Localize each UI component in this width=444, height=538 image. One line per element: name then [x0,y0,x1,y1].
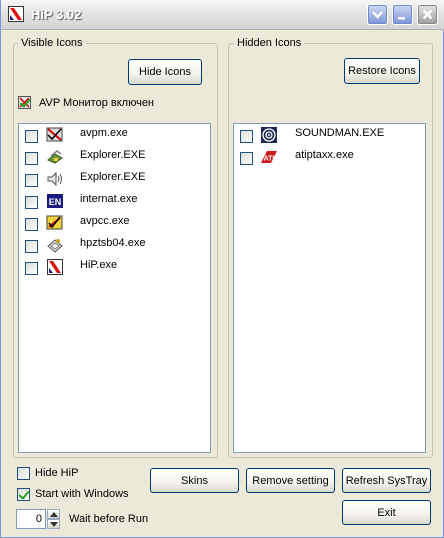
remove-setting-button[interactable]: Remove setting [246,468,335,493]
hide-icons-button[interactable]: Hide Icons [128,59,202,85]
skins-button[interactable]: Skins [150,468,239,493]
language-en-icon: EN [47,194,63,208]
list-item[interactable]: hpztsb04.exe [19,234,210,256]
list-item-checkbox[interactable] [240,130,253,143]
ati-icon: ATI [261,151,277,163]
title-bar[interactable]: HiP 3.02 [1,0,444,30]
list-item[interactable]: Explorer.EXE [19,168,210,190]
visible-icons-list[interactable]: avpm.exe Explorer.EXE Explorer.EXE EN in… [18,123,211,453]
svg-text:EN: EN [49,197,62,207]
hip-app-icon [47,259,63,275]
list-item[interactable]: avpcc.exe [19,212,210,234]
list-item-label: Explorer.EXE [80,171,146,183]
avp-control-center-icon [46,215,63,230]
list-item[interactable]: Explorer.EXE [19,146,210,168]
list-item-checkbox[interactable] [25,262,38,275]
refresh-systray-button[interactable]: Refresh SysTray [342,468,431,493]
close-button[interactable] [417,4,438,25]
hidden-icons-label: Hidden Icons [234,37,305,49]
svg-text:ATI: ATI [264,156,275,163]
avp-monitor-icon [18,96,31,109]
wait-before-run-label: Wait before Run [69,513,149,525]
chevron-down-icon [50,522,58,527]
list-item-checkbox[interactable] [25,240,38,253]
hp-printer-icon [47,239,63,253]
avp-monitor-checkbox[interactable] [18,96,31,109]
list-item-label: internat.exe [80,193,138,205]
start-with-windows-checkbox[interactable] [17,488,30,501]
spinner-down-button[interactable] [47,519,60,529]
avp-monitor-label: AVP Монитор включен [39,97,155,109]
spinner-up-button[interactable] [47,509,60,519]
list-item-label: SOUNDMAN.EXE [295,127,385,139]
volume-speaker-icon [47,171,62,187]
list-item-checkbox[interactable] [25,196,38,209]
list-item-checkbox[interactable] [240,152,253,165]
list-item-checkbox[interactable] [25,152,38,165]
list-item-label: HiP.exe [80,259,118,271]
minimize-button[interactable] [367,4,388,25]
avp-monitor-icon [46,127,63,142]
list-item[interactable]: ATI atiptaxx.exe [234,146,425,168]
list-item-label: avpcc.exe [80,215,130,227]
main-window: HiP 3.02 Visible Icons Hide Icons AVP Мо… [0,0,444,538]
list-item-checkbox[interactable] [25,174,38,187]
hip-app-icon [8,6,24,22]
window-title: HiP 3.02 [31,7,82,22]
chevron-down-icon [372,11,383,19]
chevron-up-icon [50,512,58,517]
explorer-icon [47,150,63,164]
hide-hip-label: Hide HiP [35,467,79,479]
list-item[interactable]: SOUNDMAN.EXE [234,124,425,146]
hidden-icons-list[interactable]: SOUNDMAN.EXE ATI atiptaxx.exe [233,123,426,453]
close-icon [422,9,433,20]
exit-button[interactable]: Exit [342,500,431,525]
hide-hip-checkbox[interactable] [17,467,30,480]
restore-icons-button[interactable]: Restore Icons [344,58,420,84]
list-item[interactable]: HiP.exe [19,256,210,278]
list-item-label: atiptaxx.exe [295,149,354,161]
list-item-label: Explorer.EXE [80,149,146,161]
window-minimize-button[interactable] [392,4,413,25]
soundman-icon [261,127,277,143]
list-item-checkbox[interactable] [25,130,38,143]
list-item-checkbox[interactable] [25,218,38,231]
visible-icons-label: Visible Icons [18,37,86,49]
wait-before-run-input[interactable]: 0 [16,509,46,529]
start-with-windows-label: Start with Windows [35,488,129,500]
list-item[interactable]: EN internat.exe [19,190,210,212]
list-item-label: hpztsb04.exe [80,237,146,249]
minimize-icon [398,17,405,20]
list-item[interactable]: avpm.exe [19,124,210,146]
list-item-label: avpm.exe [80,127,128,139]
